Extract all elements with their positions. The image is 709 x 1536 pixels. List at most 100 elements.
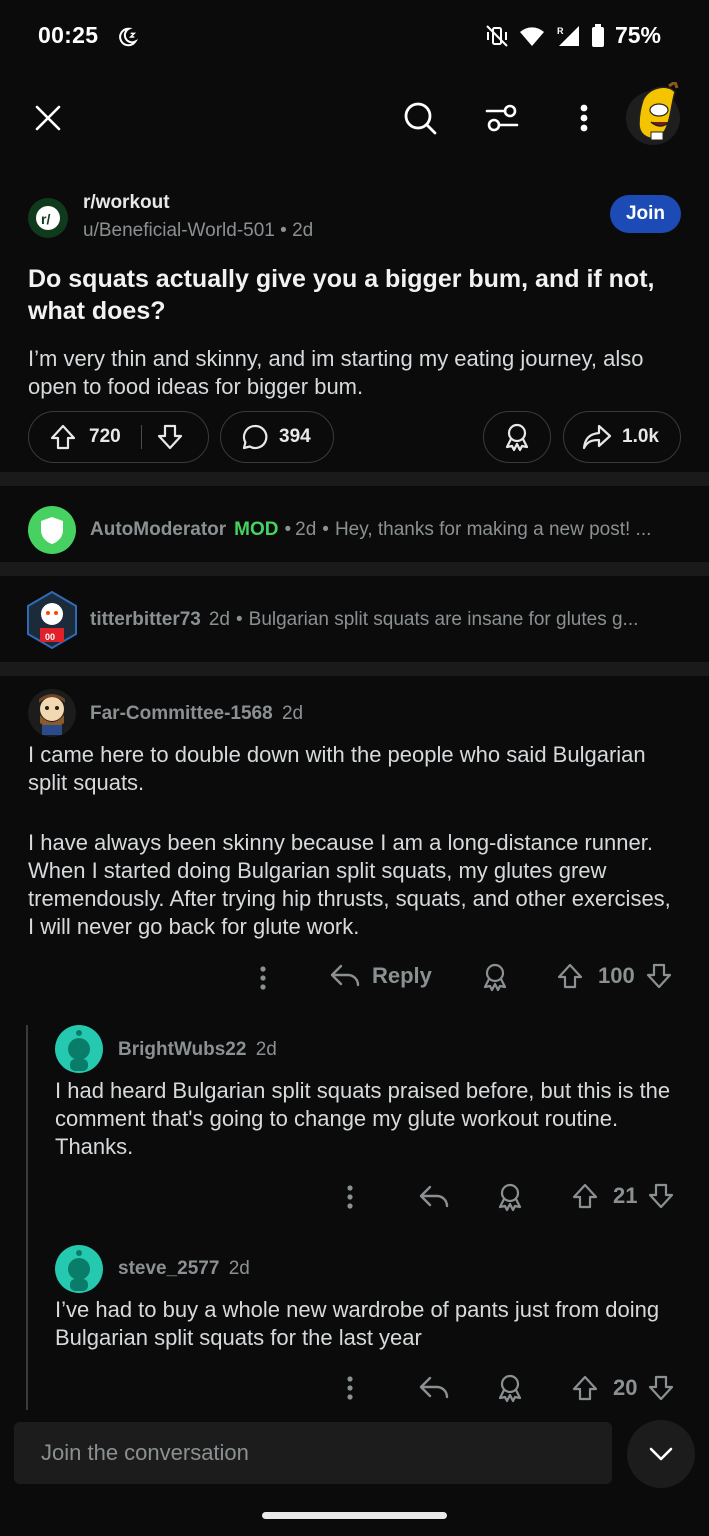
upvote-button[interactable] [49, 423, 77, 451]
downvote-button[interactable] [156, 423, 184, 451]
vibrate-off-icon [486, 24, 508, 47]
join-button[interactable]: Join [610, 195, 681, 233]
reply-header: steve_2577 2d [118, 1258, 250, 1280]
join-conversation-input[interactable]: Join the conversation [14, 1422, 612, 1484]
comment-paragraph-2: I have always been skinny because I am a… [28, 830, 671, 939]
far-committee-avatar[interactable] [28, 689, 76, 737]
comment-username[interactable]: BrightWubs22 [118, 1039, 246, 1060]
scroll-next-button[interactable] [627, 1420, 695, 1488]
post-author[interactable]: u/Beneficial-World-501 [83, 220, 275, 241]
comment-header: Far-Committee-1568 2d [90, 703, 303, 725]
reply-more-button[interactable] [343, 1184, 357, 1210]
reply-button[interactable] [419, 1375, 449, 1401]
subreddit-name[interactable]: r/workout [83, 192, 170, 214]
comment-age: 2d [281, 703, 304, 724]
divider [0, 662, 709, 676]
reply-button[interactable]: Reply [330, 963, 432, 989]
share-icon [582, 424, 612, 450]
upvote-icon [557, 963, 583, 989]
reply-vote-bar: 21 [571, 1182, 675, 1210]
upvote-icon [572, 1183, 598, 1209]
more-vertical-icon [347, 1185, 353, 1209]
downvote-button[interactable] [647, 1374, 675, 1402]
steve-avatar[interactable] [55, 1245, 103, 1293]
share-button[interactable]: 1.0k [563, 411, 681, 463]
share-icon-wrap [582, 423, 612, 451]
filter-icon [485, 104, 519, 132]
reply-button[interactable] [419, 1184, 449, 1210]
upvote-button[interactable] [571, 1374, 599, 1402]
close-button[interactable] [26, 96, 70, 140]
automoderator-avatar [28, 506, 76, 554]
battery-icon [591, 23, 604, 47]
reply-vote-bar: 20 [571, 1374, 675, 1402]
comment-username[interactable]: Far-Committee-1568 [90, 703, 273, 724]
chevron-down-icon [649, 1447, 673, 1461]
reply-icon [330, 964, 360, 987]
comment-username[interactable]: AutoModerator [90, 519, 226, 541]
upvote-button[interactable] [556, 962, 584, 990]
comment-vote-count: 100 [598, 963, 635, 988]
comment-username[interactable]: titterbitter73 [90, 609, 201, 631]
award-icon [498, 1374, 522, 1403]
status-right: R 75% [485, 22, 661, 49]
user-avatar-button[interactable] [625, 82, 681, 146]
collapsed-comment-titterbitter[interactable]: 00 titterbitter73 2d • Bulgarian split s… [0, 576, 709, 664]
comment-preview: Hey, thanks for making a new post! ... [334, 519, 652, 540]
reply-icon [419, 1376, 449, 1399]
svg-text:R: R [557, 26, 564, 36]
comment-vote-bar: 100 [556, 962, 673, 990]
more-options-button[interactable] [566, 96, 602, 140]
comment-age: 2d [228, 1258, 250, 1279]
post-title: Do squats actually give you a bigger bum… [28, 265, 655, 325]
downvote-icon [646, 963, 671, 989]
upvote-icon [50, 424, 76, 450]
gesture-nav-handle[interactable] [262, 1512, 447, 1519]
divider [0, 472, 709, 486]
comment-count: 394 [279, 426, 311, 447]
downvote-icon [157, 424, 182, 450]
comments-button[interactable]: 394 [220, 411, 334, 463]
brightwubs-avatar[interactable] [55, 1025, 103, 1073]
thread-line[interactable] [26, 1025, 28, 1410]
more-vertical-icon [347, 1376, 353, 1400]
comment-age: 2d [255, 1039, 277, 1060]
avatar [626, 82, 680, 145]
upvote-button[interactable] [571, 1182, 599, 1210]
battery-percent: 75% [614, 22, 661, 48]
subreddit-icon[interactable]: r/ [28, 198, 68, 238]
reply-icon [419, 1185, 449, 1208]
comment-award-button[interactable] [481, 962, 509, 992]
comment-paragraph-1: I came here to double down with the peop… [28, 742, 646, 795]
downvote-icon [649, 1375, 674, 1401]
mod-badge: MOD [234, 519, 279, 540]
award-button[interactable] [483, 411, 551, 463]
downvote-icon [649, 1183, 674, 1209]
downvote-button[interactable] [645, 962, 673, 990]
comment-icon [242, 424, 268, 450]
search-button[interactable] [398, 96, 442, 140]
reply-award-button[interactable] [496, 1182, 524, 1212]
sort-filter-button[interactable] [480, 96, 524, 140]
award-icon [483, 963, 507, 992]
reply-vote-count: 21 [613, 1183, 638, 1208]
comment-preview: Bulgarian split squats are insane for gl… [248, 609, 639, 630]
collapsed-comment-automod[interactable]: AutoModerator MOD • 2d • Hey, thanks for… [0, 486, 709, 574]
svg-text:r/: r/ [41, 211, 50, 227]
reply-more-button[interactable] [343, 1375, 357, 1401]
titterbitter-avatar: 00 [27, 590, 77, 650]
comment-more-button[interactable] [255, 963, 271, 993]
search-icon [404, 102, 437, 135]
divider [0, 562, 709, 576]
close-icon [35, 105, 61, 131]
more-vertical-icon [580, 104, 588, 132]
more-vertical-icon [260, 966, 266, 990]
reply-award-button[interactable] [496, 1373, 524, 1403]
comment-age: 2d [208, 609, 230, 630]
composer-placeholder: Join the conversation [41, 1440, 249, 1465]
reply-text: I’ve had to buy a whole new wardrobe of … [55, 1297, 660, 1350]
reply-text: I had heard Bulgarian split squats prais… [55, 1078, 671, 1159]
reply-label: Reply [372, 963, 432, 988]
comment-username[interactable]: steve_2577 [118, 1258, 219, 1279]
downvote-button[interactable] [647, 1182, 675, 1210]
